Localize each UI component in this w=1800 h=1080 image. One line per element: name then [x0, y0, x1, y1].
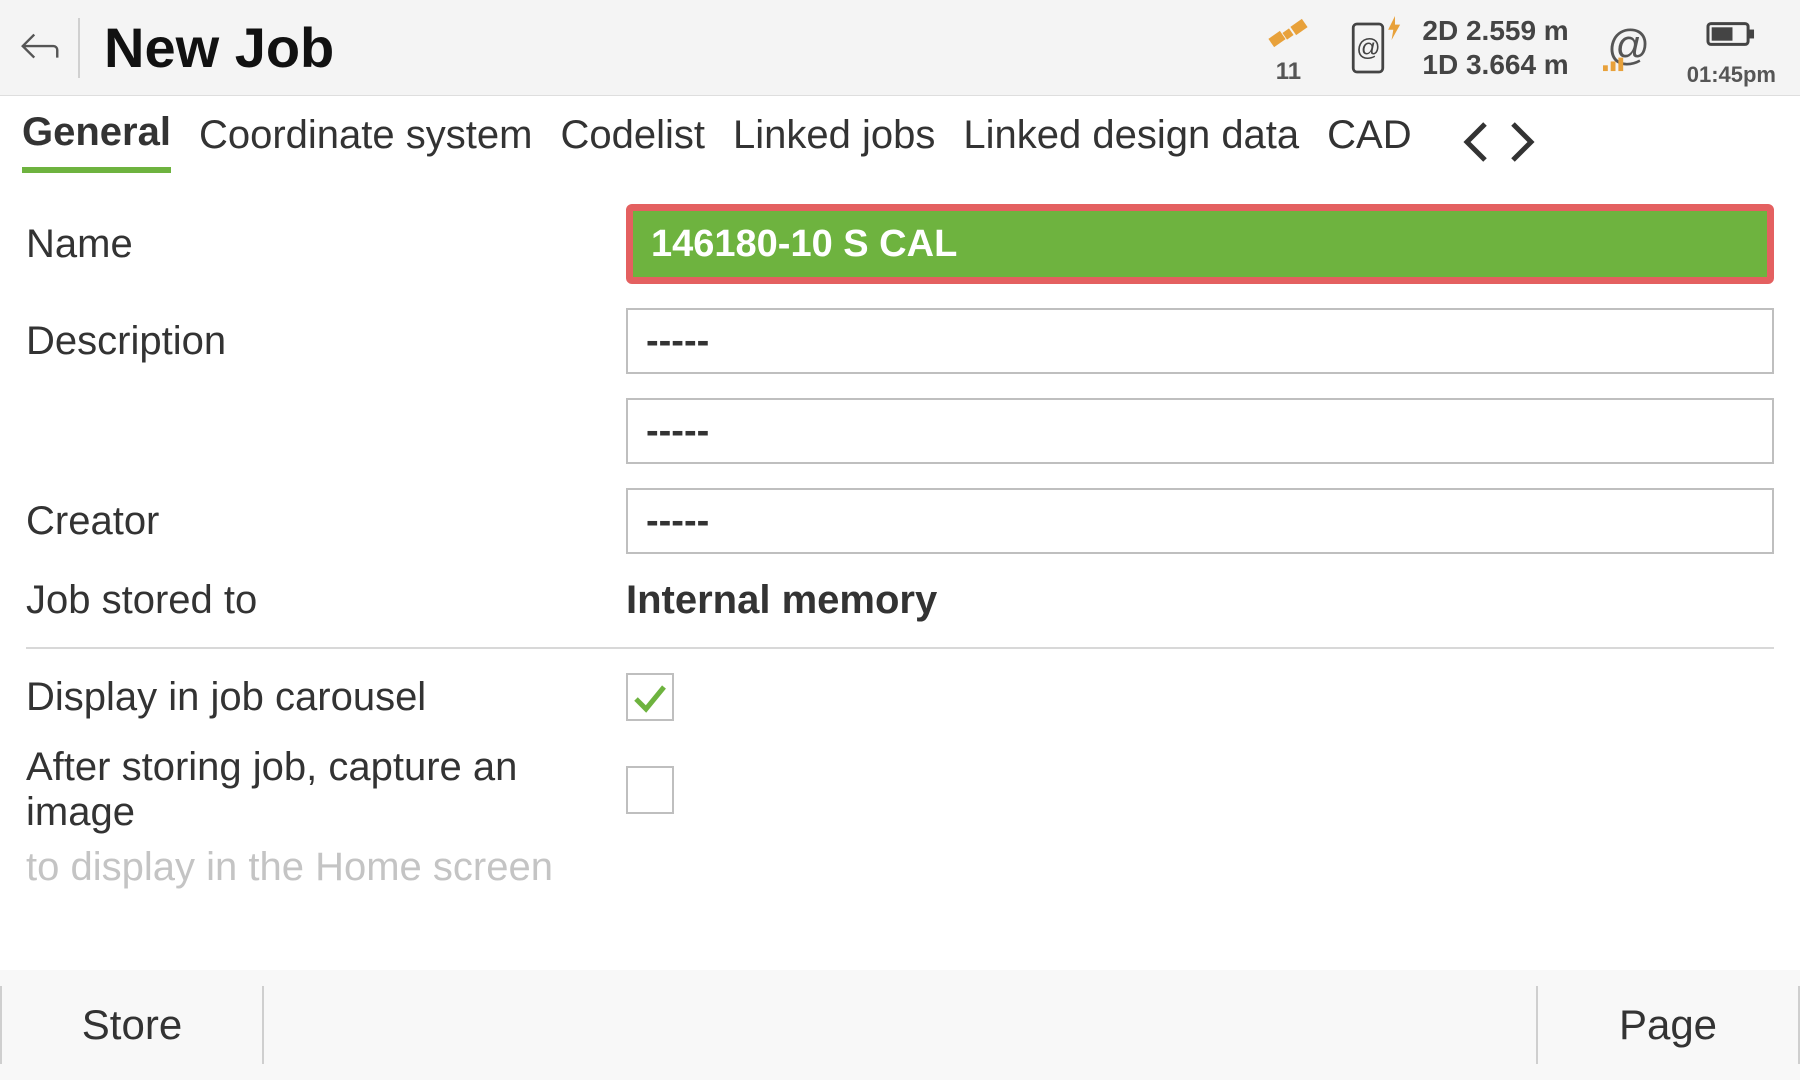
- back-button[interactable]: [12, 20, 68, 76]
- tab-coordinate-system[interactable]: Coordinate system: [199, 113, 532, 170]
- title-separator: [78, 18, 80, 78]
- store-button[interactable]: Store: [2, 970, 262, 1080]
- header-bar: New Job 11: [0, 0, 1800, 96]
- tab-linked-design-data[interactable]: Linked design data: [963, 113, 1299, 170]
- device-status[interactable]: @: [1344, 18, 1392, 78]
- stored-to-value: Internal memory: [626, 578, 937, 622]
- clock-time: 01:45pm: [1687, 62, 1776, 88]
- section-divider: [26, 647, 1774, 649]
- status-cluster: 11 @ 2D 2.559 m 1D 3.664 m @: [1232, 8, 1776, 88]
- form-area: Name Description Creator Job stored to I…: [0, 174, 1800, 968]
- label-name: Name: [26, 222, 626, 267]
- row-description-1: Description: [26, 308, 1774, 374]
- at-signal-icon: @: [1599, 23, 1657, 73]
- row-name: Name: [26, 204, 1774, 284]
- accuracy-2d: 2D 2.559 m: [1422, 14, 1568, 48]
- battery-icon: [1705, 8, 1757, 60]
- tab-cad[interactable]: CAD: [1327, 113, 1411, 170]
- accuracy-readout[interactable]: 2D 2.559 m 1D 3.664 m: [1422, 14, 1568, 81]
- description-input-2[interactable]: [626, 398, 1774, 464]
- row-capture: After storing job, capture an image: [26, 745, 1774, 835]
- name-input[interactable]: [633, 211, 1767, 277]
- page-button-label: Page: [1619, 1001, 1717, 1049]
- footer-bar: Store Page: [0, 970, 1800, 1080]
- satellite-status[interactable]: 11: [1262, 10, 1314, 86]
- back-arrow-icon: [17, 25, 63, 71]
- page-button[interactable]: Page: [1538, 970, 1798, 1080]
- name-highlight: [626, 204, 1774, 284]
- footer-spacer: [264, 970, 1536, 1080]
- cutoff-text: to display in the Home screen: [26, 843, 1774, 890]
- row-creator: Creator: [26, 488, 1774, 554]
- label-creator: Creator: [26, 499, 626, 544]
- label-stored-to: Job stored to: [26, 578, 626, 623]
- label-description: Description: [26, 319, 626, 364]
- svg-text:@: @: [1356, 34, 1380, 61]
- battery-clock[interactable]: 01:45pm: [1687, 8, 1776, 88]
- label-carousel: Display in job carousel: [26, 675, 626, 720]
- tab-prev-icon[interactable]: [1454, 120, 1498, 164]
- tab-linked-jobs[interactable]: Linked jobs: [733, 113, 935, 170]
- tab-codelist[interactable]: Codelist: [560, 113, 705, 170]
- row-carousel: Display in job carousel: [26, 673, 1774, 721]
- row-description-2: [26, 398, 1774, 464]
- lightning-icon: [1388, 16, 1402, 40]
- label-capture: After storing job, capture an image: [26, 745, 626, 835]
- description-input-1[interactable]: [626, 308, 1774, 374]
- satellite-count: 11: [1276, 58, 1301, 86]
- satellite-icon: [1262, 10, 1314, 62]
- tab-next-icon[interactable]: [1500, 120, 1544, 164]
- checkmark-icon: [632, 679, 668, 715]
- accuracy-1d: 1D 3.664 m: [1422, 48, 1568, 82]
- carousel-checkbox[interactable]: [626, 673, 674, 721]
- row-stored-to: Job stored to Internal memory: [26, 578, 1774, 623]
- connection-status[interactable]: @: [1599, 23, 1657, 73]
- store-button-label: Store: [82, 1001, 182, 1049]
- capture-checkbox[interactable]: [626, 766, 674, 814]
- device-icon: @: [1344, 18, 1392, 78]
- page-title: New Job: [104, 15, 334, 80]
- creator-input[interactable]: [626, 488, 1774, 554]
- tab-general[interactable]: General: [22, 110, 171, 173]
- tab-strip: General Coordinate system Codelist Linke…: [0, 96, 1800, 174]
